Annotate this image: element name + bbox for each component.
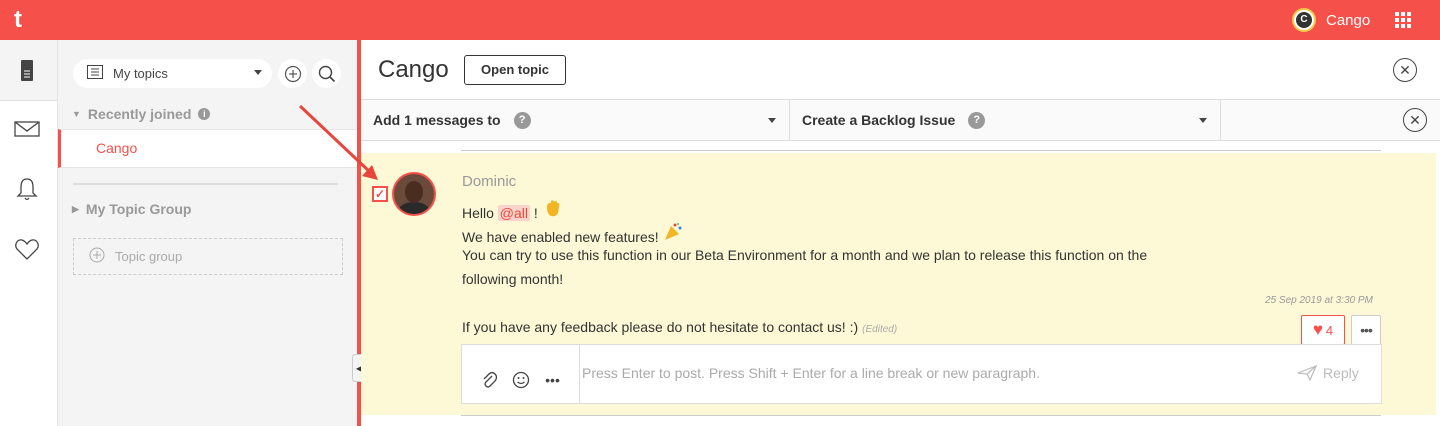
search-icon bbox=[318, 65, 335, 82]
wave-emoji bbox=[542, 200, 562, 222]
party-emoji bbox=[663, 223, 683, 246]
edited-label: (Edited) bbox=[862, 324, 898, 335]
divider bbox=[461, 150, 1381, 151]
message-select-checkbox[interactable]: ✓ bbox=[372, 186, 388, 202]
smiley-icon[interactable] bbox=[512, 371, 530, 389]
message-line: We have enabled new features! bbox=[462, 222, 683, 247]
section-my-topic-group[interactable]: ▶ My Topic Group bbox=[72, 201, 191, 217]
message-timestamp: 25 Sep 2019 at 3:30 PM bbox=[1265, 295, 1373, 306]
mention-all[interactable]: @all bbox=[497, 205, 531, 221]
help-icon[interactable]: ? bbox=[968, 111, 986, 129]
chevron-down-icon bbox=[1199, 118, 1207, 123]
composer-toolbar: ••• bbox=[462, 345, 580, 403]
backlog-label: Create a Backlog Issue bbox=[802, 112, 956, 128]
message-more-button[interactable]: ••• bbox=[1351, 315, 1381, 345]
topic-filter-select[interactable]: My topics bbox=[73, 59, 272, 88]
org-switcher[interactable]: C Cango bbox=[1292, 8, 1370, 32]
reply-input[interactable] bbox=[582, 353, 1262, 393]
add-messages-dropdown[interactable]: Add 1 messages to ? bbox=[361, 100, 790, 140]
document-icon[interactable] bbox=[13, 57, 41, 85]
grid-icon[interactable] bbox=[1395, 12, 1411, 28]
reply-label: Reply bbox=[1323, 365, 1359, 381]
composer-more-button[interactable]: ••• bbox=[544, 371, 562, 389]
section-label: Recently joined bbox=[87, 106, 192, 122]
add-group-label: Topic group bbox=[115, 249, 183, 264]
add-messages-label: Add 1 messages to bbox=[373, 112, 501, 128]
heart-icon[interactable] bbox=[13, 235, 41, 263]
message-feed: ✓ Dominic Hello @all ! We have enabled n… bbox=[361, 141, 1440, 426]
add-topic-group-button[interactable]: Topic group bbox=[73, 238, 343, 275]
avatar[interactable] bbox=[392, 172, 436, 216]
reply-button[interactable]: Reply bbox=[1297, 365, 1359, 381]
help-icon[interactable]: ? bbox=[513, 111, 531, 129]
paperclip-icon[interactable] bbox=[480, 371, 498, 389]
app-logo[interactable]: t bbox=[14, 7, 22, 33]
heart-reaction-button[interactable]: ♥ 4 bbox=[1301, 315, 1345, 345]
selection-action-bar: Add 1 messages to ? Create a Backlog Iss… bbox=[361, 100, 1440, 141]
divider bbox=[461, 415, 1381, 416]
message-line: Hello @all ! bbox=[462, 198, 562, 223]
divider bbox=[73, 183, 338, 185]
bell-icon[interactable] bbox=[13, 175, 41, 203]
mail-icon[interactable] bbox=[13, 115, 41, 143]
info-icon[interactable]: i bbox=[198, 108, 211, 120]
topic-filter-label: My topics bbox=[113, 66, 168, 81]
message-author[interactable]: Dominic bbox=[462, 173, 516, 190]
message-item: ✓ Dominic Hello @all ! We have enabled n… bbox=[361, 153, 1436, 415]
org-name: Cango bbox=[1326, 11, 1371, 29]
search-button[interactable] bbox=[312, 59, 341, 88]
message-line: You can try to use this function in our … bbox=[462, 247, 1148, 263]
add-topic-button[interactable] bbox=[278, 59, 307, 88]
heart-icon: ♥ bbox=[1312, 320, 1323, 339]
send-icon bbox=[1297, 365, 1317, 381]
plus-icon bbox=[284, 65, 301, 82]
message-line: If you have any feedback please do not h… bbox=[462, 319, 898, 335]
rail-topics-tab[interactable] bbox=[0, 40, 57, 101]
plus-icon bbox=[89, 247, 105, 266]
chevron-down-icon bbox=[254, 70, 262, 75]
caret-down-icon: ▼ bbox=[72, 109, 81, 119]
caret-right-icon: ▶ bbox=[72, 203, 79, 214]
topic-sidebar: My topics ▼ Recently joined i Cango ▶ My… bbox=[58, 40, 358, 426]
page-title: Cango bbox=[378, 56, 449, 83]
close-icon[interactable]: ✕ bbox=[1393, 58, 1417, 82]
open-topic-button[interactable]: Open topic bbox=[464, 55, 566, 85]
list-icon bbox=[87, 65, 103, 82]
topic-header: Cango Open topic ✕ bbox=[361, 40, 1440, 100]
section-recently-joined[interactable]: ▼ Recently joined i bbox=[72, 106, 211, 122]
chevron-down-icon bbox=[768, 118, 776, 123]
close-icon[interactable]: ✕ bbox=[1403, 108, 1427, 132]
org-logo: C bbox=[1292, 8, 1316, 32]
reaction-count: 4 bbox=[1325, 322, 1334, 338]
message-line: following month! bbox=[462, 271, 564, 287]
left-rail bbox=[0, 40, 58, 426]
reply-composer: ••• Reply bbox=[461, 344, 1382, 404]
main-panel: Cango Open topic ✕ Add 1 messages to ? C… bbox=[361, 40, 1440, 426]
top-bar: t C Cango bbox=[0, 0, 1440, 40]
backlog-issue-dropdown[interactable]: Create a Backlog Issue ? bbox=[790, 100, 1221, 140]
section-label: My Topic Group bbox=[85, 201, 192, 217]
topic-item-cango[interactable]: Cango bbox=[58, 129, 358, 168]
